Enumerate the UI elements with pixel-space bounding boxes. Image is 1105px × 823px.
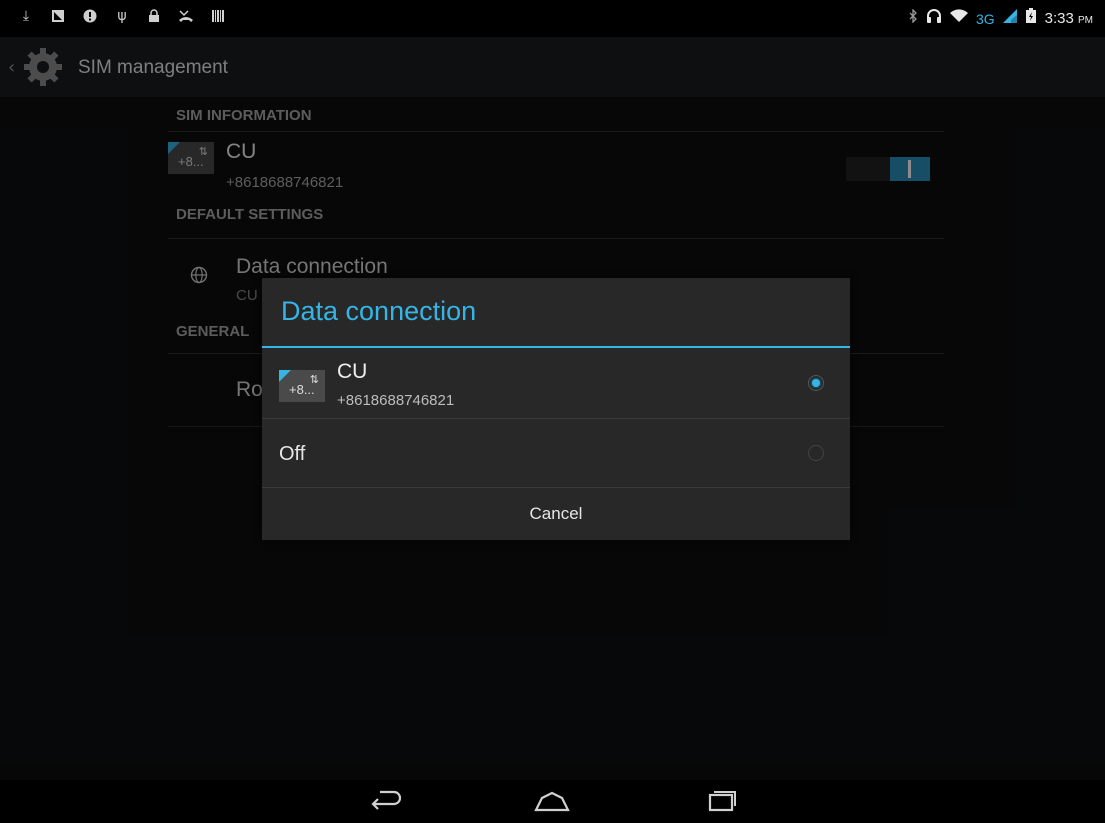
lock-icon (146, 8, 162, 24)
radio-selected[interactable] (808, 375, 824, 391)
notification-icon (50, 8, 66, 24)
alert-icon (82, 8, 98, 24)
bluetooth-icon (908, 8, 918, 28)
barcode-icon (210, 8, 226, 24)
network-type: 3G (975, 10, 995, 27)
clock-time: 3:33 (1044, 10, 1074, 27)
radio-selected-dot (812, 379, 820, 387)
option-sim-number: +8618688746821 (337, 392, 455, 409)
usb-icon: ψ (117, 8, 127, 24)
download-icon: ⤓ (22, 8, 30, 24)
navigation-bar (0, 780, 1105, 823)
headset-icon (926, 8, 942, 29)
missed-call-icon (178, 8, 194, 24)
radio-unselected[interactable] (808, 445, 824, 461)
recent-apps-icon[interactable] (702, 786, 742, 816)
status-bar: ⤓ ψ 3G 3:33 PM (0, 0, 1105, 37)
cancel-button[interactable]: Cancel (262, 488, 850, 540)
dialog-title: Data connection (281, 296, 477, 326)
data-arrows-icon: ⇅ (309, 373, 319, 386)
dialog-option-sim[interactable]: +8... ⇅ CU +8618688746821 (262, 348, 850, 419)
option-sim-name: CU (337, 360, 368, 383)
option-off-label: Off (279, 443, 306, 465)
signal-icon (1002, 9, 1017, 28)
data-connection-dialog: Data connection +8... ⇅ CU +861868874682… (262, 278, 850, 540)
sim-badge: +8... ⇅ (279, 370, 325, 402)
clock: 3:33 PM (1045, 10, 1093, 27)
battery-icon (1025, 8, 1037, 29)
clock-ampm: PM (1078, 15, 1093, 26)
wifi-icon (949, 9, 968, 28)
home-icon[interactable] (532, 786, 572, 816)
back-icon[interactable] (366, 786, 406, 816)
dialog-option-off[interactable]: Off (262, 419, 850, 488)
sim-badge-corner (279, 370, 291, 382)
status-left-icons: ⤓ ψ (18, 8, 226, 24)
status-right-icons: 3G 3:33 PM (908, 8, 1093, 29)
